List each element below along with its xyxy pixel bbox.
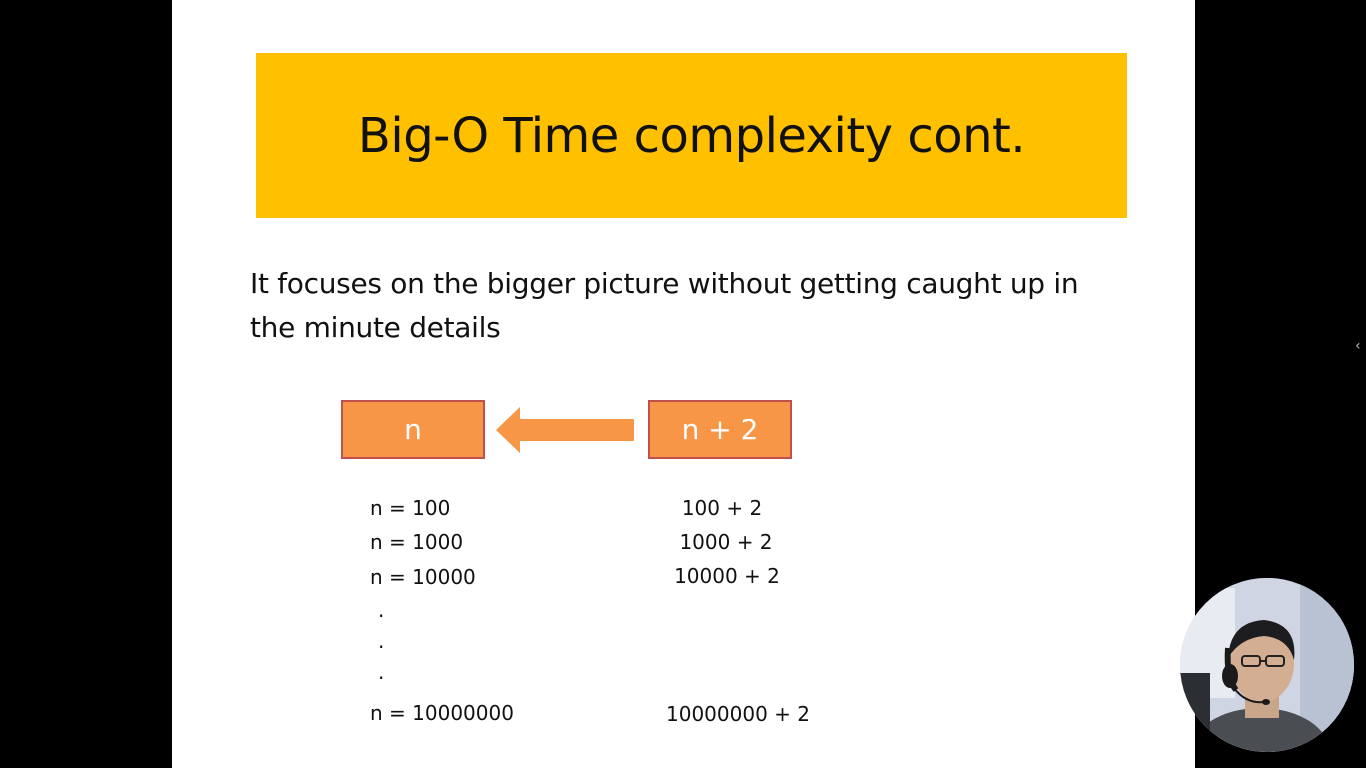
left-dot-3: . — [378, 660, 385, 684]
presentation-window: Big-O Time complexity cont. It focuses o… — [0, 0, 1366, 768]
box-n-plus-2-label: n + 2 — [681, 413, 759, 446]
slide-body: It focuses on the bigger picture without… — [250, 262, 1180, 350]
slide-title: Big-O Time complexity cont. — [357, 107, 1026, 164]
box-n-label: n — [404, 413, 422, 446]
body-line-1: It focuses on the bigger picture without… — [250, 267, 1079, 300]
right-row-1: 100 + 2 — [681, 496, 763, 520]
chevron-left-icon[interactable]: ‹ — [1355, 338, 1361, 354]
left-row-3: n = 10000 — [370, 565, 476, 589]
webcam-overlay — [1180, 578, 1354, 752]
left-row-last: n = 10000000 — [370, 701, 514, 725]
presenter-video-icon — [1180, 578, 1354, 752]
slide-canvas: Big-O Time complexity cont. It focuses o… — [172, 0, 1195, 768]
box-n-plus-2: n + 2 — [648, 400, 792, 459]
left-dot-2: . — [378, 629, 385, 653]
right-row-last: 10000000 + 2 — [666, 702, 810, 726]
right-row-3: 10000 + 2 — [674, 564, 780, 588]
box-n: n — [341, 400, 485, 459]
left-arrow-icon — [496, 407, 634, 453]
arrow-shape — [496, 407, 634, 453]
left-row-1: n = 100 — [370, 496, 451, 520]
left-row-2: n = 1000 — [370, 530, 464, 554]
left-dot-1: . — [378, 598, 385, 622]
right-row-2: 1000 + 2 — [679, 530, 773, 554]
body-line-2: the minute details — [250, 311, 501, 344]
title-banner: Big-O Time complexity cont. — [256, 53, 1127, 218]
